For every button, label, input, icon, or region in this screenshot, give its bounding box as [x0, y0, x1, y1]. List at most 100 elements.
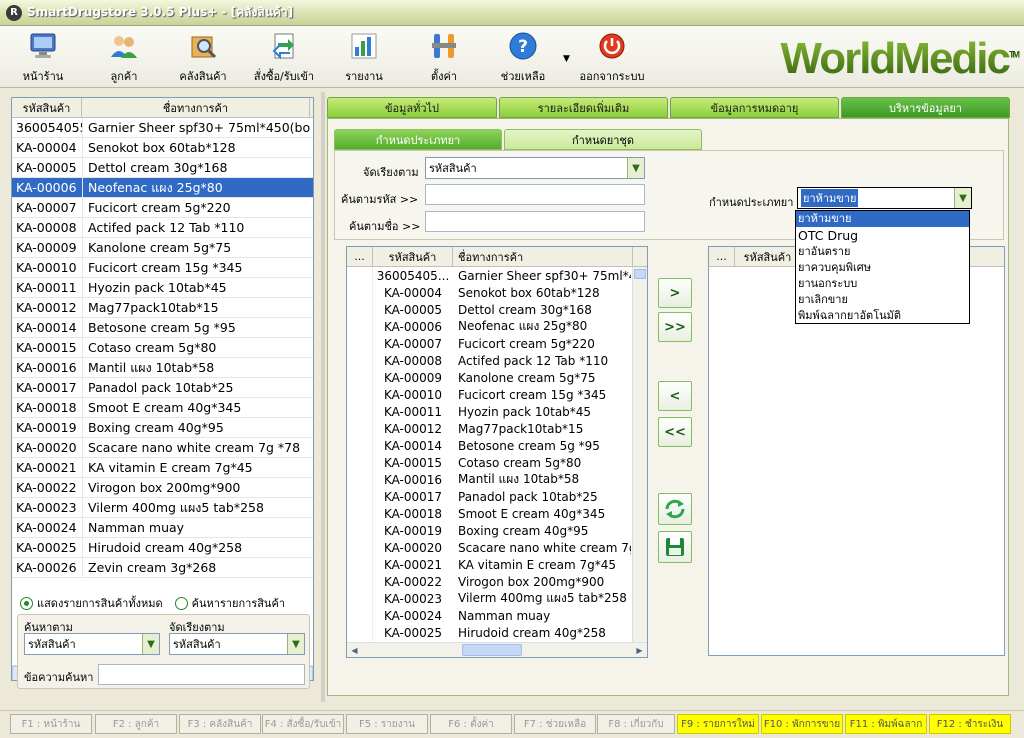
scroll-right-icon[interactable]: ▶	[632, 643, 647, 657]
fkey-f2[interactable]: F2 : ลูกค้า	[95, 714, 177, 734]
show-all-radio-group[interactable]: แสดงรายการสินค้าทั้งหมด ค้นหารายการสินค้…	[20, 594, 285, 612]
table-row[interactable]: KA-00025 Hirudoid cream 40g*258	[12, 538, 313, 558]
drug-type-select[interactable]: ยาห้ามขาย ▼	[797, 187, 972, 209]
dropdown-option[interactable]: ยาห้ามขาย	[796, 211, 969, 227]
splitter[interactable]	[321, 92, 325, 702]
table-row[interactable]: KA-00006 Neofenac แผง 25g*80	[12, 178, 313, 198]
table-row[interactable]: KA-00009 Kanolone cream 5g*75	[347, 369, 647, 386]
table-row[interactable]: KA-00019 Boxing cream 40g*95	[12, 418, 313, 438]
table-row[interactable]: 360054055€Garnier Sheer spf30+ 75ml*450(…	[12, 118, 313, 138]
table-row[interactable]: KA-00024 Namman muay	[12, 518, 313, 538]
fkey-f11[interactable]: F11 : พิมพ์ฉลาก	[845, 714, 927, 734]
row-selector[interactable]	[347, 284, 373, 301]
row-selector[interactable]	[347, 573, 373, 590]
table-row[interactable]: KA-00009 Kanolone cream 5g*75	[12, 238, 313, 258]
row-selector[interactable]	[347, 471, 373, 488]
row-selector[interactable]	[347, 522, 373, 539]
row-selector[interactable]	[347, 505, 373, 522]
table-row[interactable]: KA-00007 Fucicort cream 5g*220	[12, 198, 313, 218]
column-header-menu[interactable]: ...	[709, 247, 735, 266]
drug-type-dropdown-list[interactable]: ยาห้ามขาย OTC Drug ยาอันตราย ยาควบคุมพิเ…	[795, 210, 970, 324]
fkey-f5[interactable]: F5 : รายงาน	[346, 714, 428, 734]
table-row[interactable]: KA-00021 KA vitamin E cream 7g*45	[12, 458, 313, 478]
keyword-input[interactable]	[98, 664, 305, 685]
fkey-f1[interactable]: F1 : หน้าร้าน	[10, 714, 92, 734]
column-header-code[interactable]: รหัสสินค้า	[12, 98, 82, 117]
table-row[interactable]: KA-00016 Mantil แผง 10tab*58	[12, 358, 313, 378]
row-selector[interactable]	[347, 352, 373, 369]
tab-details[interactable]: รายละเอียดเพิ่มเติม	[499, 97, 668, 118]
available-products-grid[interactable]: ... รหัสสินค้า ชื่อทางการค้า 36005405...…	[346, 246, 648, 658]
table-row[interactable]: KA-00022 Virogon box 200mg*900	[12, 478, 313, 498]
column-header-name[interactable]: ชื่อทางการค้า	[453, 247, 633, 266]
scroll-thumb[interactable]	[634, 269, 646, 279]
app-icon[interactable]: R	[6, 4, 22, 21]
tab-general[interactable]: ข้อมูลทั่วไป	[327, 97, 497, 118]
sort-select[interactable]: รหัสสินค้า ▼	[425, 157, 645, 179]
table-row[interactable]: KA-00014 Betosone cream 5g *95	[347, 437, 647, 454]
table-row[interactable]: KA-00008 Actifed pack 12 Tab *110	[347, 352, 647, 369]
toolbar-logout-button[interactable]: ออกจากระบบ	[580, 30, 644, 86]
fkey-f8[interactable]: F8 : เกี่ยวกับ	[597, 714, 675, 734]
table-row[interactable]: KA-00008 Actifed pack 12 Tab *110	[12, 218, 313, 238]
column-header-name[interactable]: ชื่อทางการค้า	[82, 98, 310, 117]
table-row[interactable]: KA-00005 Dettol cream 30g*168	[347, 301, 647, 318]
search-name-input[interactable]	[425, 211, 645, 232]
table-row[interactable]: KA-00019 Boxing cream 40g*95	[347, 522, 647, 539]
scroll-left-icon[interactable]: ◀	[347, 643, 362, 657]
toolbar-customers-button[interactable]: ลูกค้า	[104, 30, 144, 86]
row-selector[interactable]	[347, 539, 373, 556]
toolbar-help-button[interactable]: ? ช่วยเหลือ	[498, 30, 548, 86]
row-selector[interactable]	[347, 335, 373, 352]
row-selector[interactable]	[347, 454, 373, 471]
available-grid-vscrollbar[interactable]	[632, 267, 647, 642]
fkey-f7[interactable]: F7 : ช่วยเหลือ	[514, 714, 596, 734]
table-row[interactable]: KA-00022 Virogon box 200mg*900	[347, 573, 647, 590]
toolbar-report-button[interactable]: รายงาน	[344, 30, 384, 86]
refresh-button[interactable]	[658, 493, 692, 525]
toolbar-storefront-button[interactable]: หน้าร้าน	[20, 30, 66, 86]
table-row[interactable]: KA-00011 Hyozin pack 10tab*45	[12, 278, 313, 298]
table-row[interactable]: KA-00018 Smoot E cream 40g*345	[12, 398, 313, 418]
chevron-down-icon[interactable]: ▼	[627, 158, 644, 178]
search-by-select[interactable]: รหัสสินค้า ▼	[24, 633, 160, 655]
chevron-down-icon[interactable]: ▼	[287, 634, 304, 654]
fkey-f4[interactable]: F4 : สั่งซื้อ/รับเข้า	[262, 714, 344, 734]
toolbar-settings-button[interactable]: ตั้งค่า	[426, 30, 462, 86]
search-code-input[interactable]	[425, 184, 645, 205]
table-row[interactable]: KA-00007 Fucicort cream 5g*220	[347, 335, 647, 352]
dropdown-option[interactable]: ยาควบคุมพิเศษ	[796, 260, 969, 276]
add-one-button[interactable]: >	[658, 278, 692, 308]
fkey-f6[interactable]: F6 : ตั้งค่า	[430, 714, 512, 734]
fkey-f12[interactable]: F12 : ชำระเงิน	[929, 714, 1011, 734]
dropdown-option[interactable]: ยานอกระบบ	[796, 276, 969, 292]
chevron-down-icon[interactable]: ▼	[954, 188, 971, 208]
row-selector[interactable]	[347, 403, 373, 420]
table-row[interactable]: KA-00015 Cotaso cream 5g*80	[12, 338, 313, 358]
row-selector[interactable]	[347, 301, 373, 318]
fkey-f10[interactable]: F10 : พักการขาย	[761, 714, 843, 734]
table-row[interactable]: KA-00011 Hyozin pack 10tab*45	[347, 403, 647, 420]
search-products-radio[interactable]	[174, 596, 188, 610]
table-row[interactable]: KA-00021 KA vitamin E cream 7g*45	[347, 556, 647, 573]
row-selector[interactable]	[347, 590, 373, 607]
show-all-radio[interactable]	[20, 596, 33, 610]
available-grid-hscrollbar[interactable]: ◀ ▶	[347, 642, 647, 657]
table-row[interactable]: KA-00015 Cotaso cream 5g*80	[347, 454, 647, 471]
help-dropdown-arrow-icon[interactable]: ▼	[563, 54, 570, 64]
table-row[interactable]: KA-00020 Scacare nano white cream 7g *78	[12, 438, 313, 458]
row-selector[interactable]	[347, 437, 373, 454]
row-selector[interactable]	[347, 267, 373, 284]
table-row[interactable]: KA-00014 Betosone cream 5g *95	[12, 318, 313, 338]
tab-drug-management[interactable]: บริหารข้อมูลยา	[841, 97, 1010, 118]
table-row[interactable]: KA-00024 Namman muay	[347, 607, 647, 624]
table-row[interactable]: 36005405... Garnier Sheer spf30+ 75ml*4..…	[347, 267, 647, 284]
chevron-down-icon[interactable]: ▼	[142, 634, 159, 654]
table-row[interactable]: KA-00005 Dettol cream 30g*168	[12, 158, 313, 178]
table-row[interactable]: KA-00026 Zevin cream 3g*268	[12, 558, 313, 578]
save-button[interactable]	[658, 531, 692, 563]
table-row[interactable]: KA-00023 Vilerm 400mg แผง5 tab*258	[347, 590, 647, 607]
row-selector[interactable]	[347, 624, 373, 641]
table-row[interactable]: KA-00016 Mantil แผง 10tab*58	[347, 471, 647, 488]
table-row[interactable]: KA-00017 Panadol pack 10tab*25	[12, 378, 313, 398]
